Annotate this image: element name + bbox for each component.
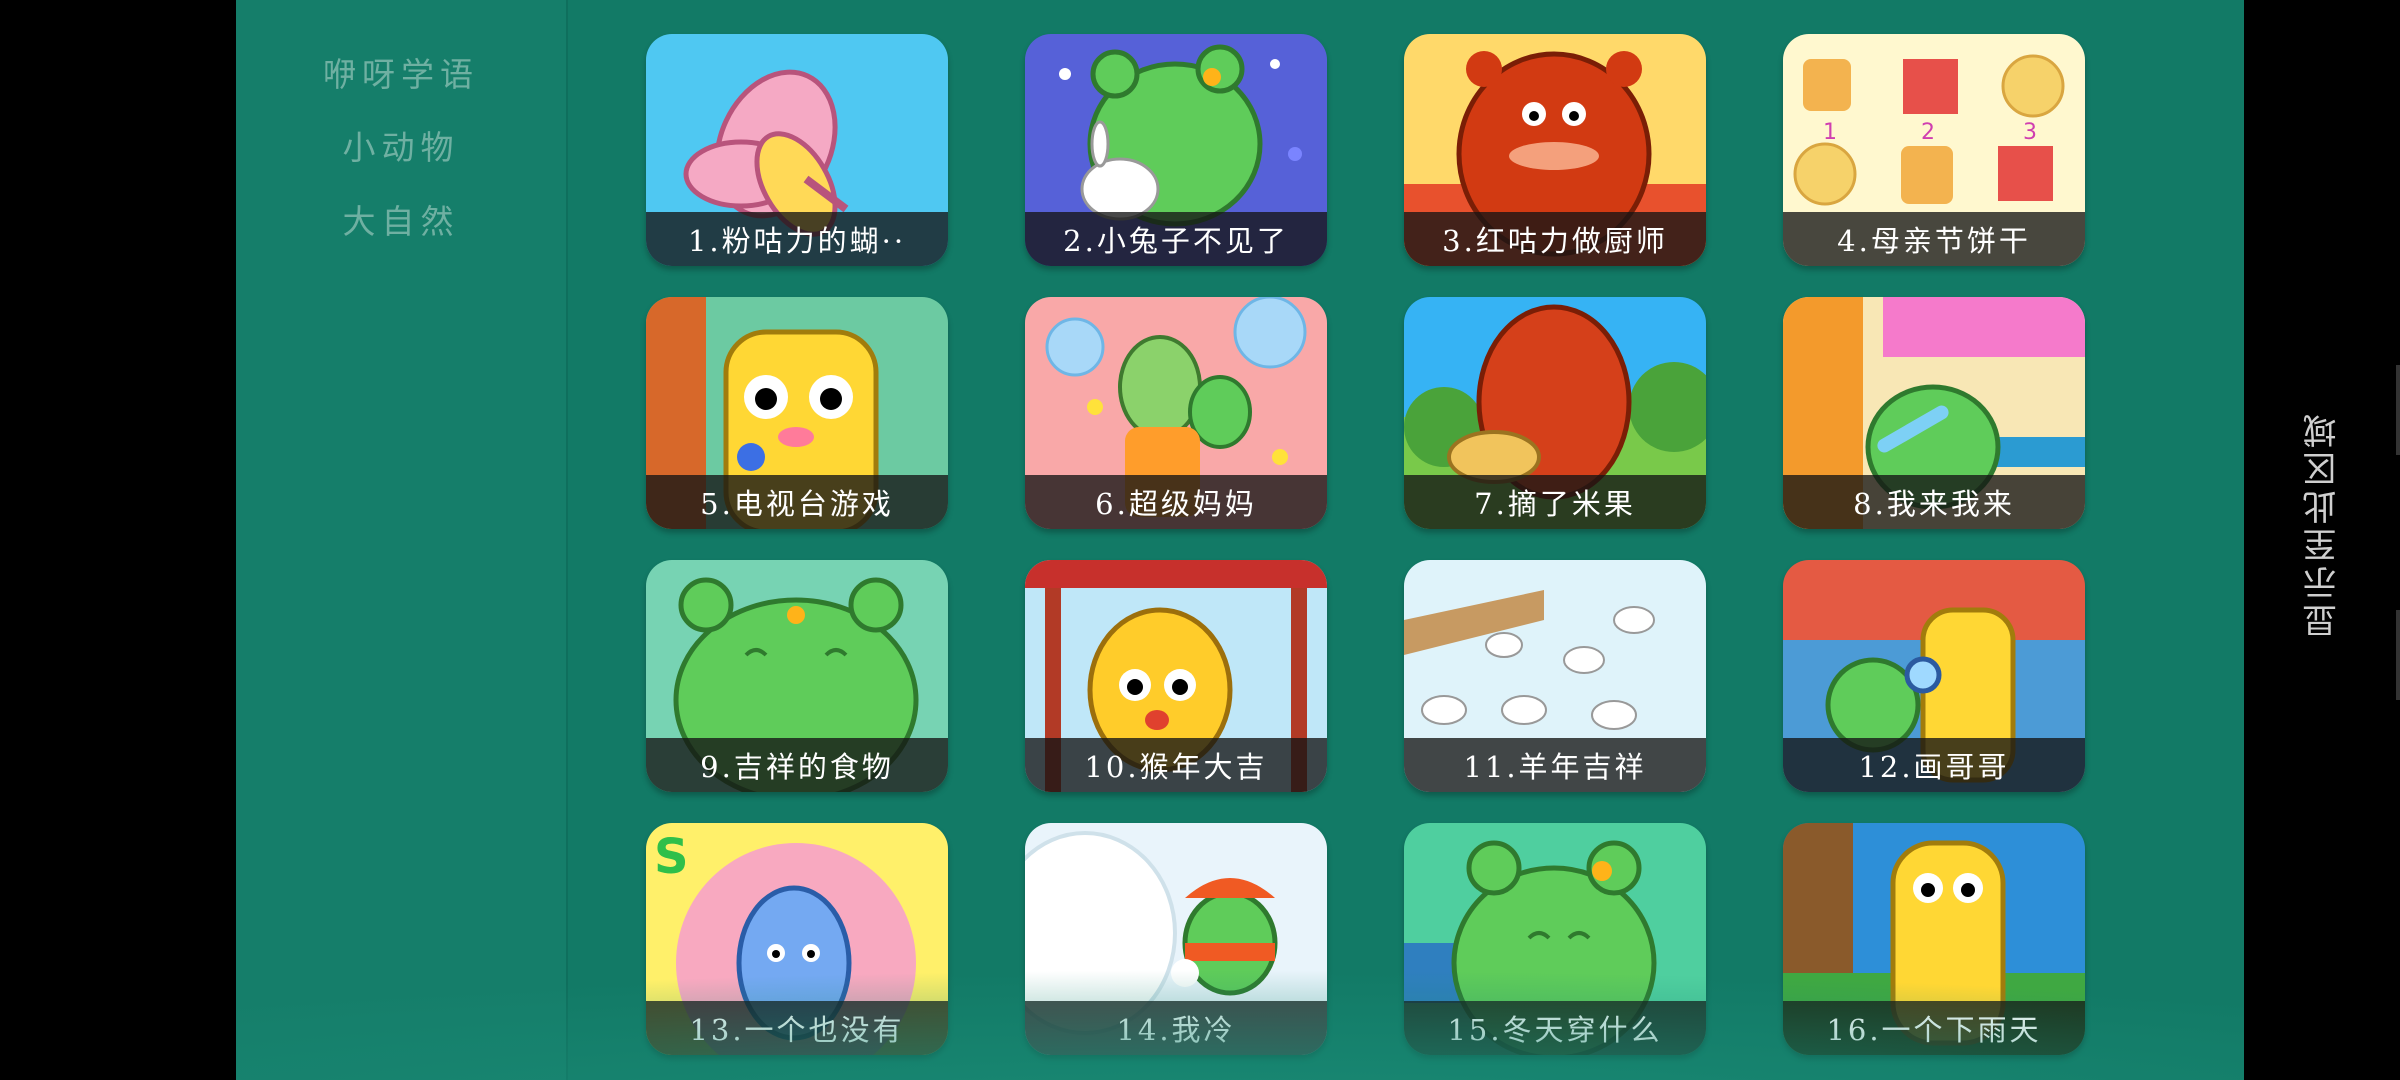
episode-title: 8.我来我来: [1783, 475, 2085, 529]
category-item-babble[interactable]: 咿呀学语: [236, 48, 566, 96]
episode-card[interactable]: 3.红咕力做厨师: [1404, 34, 1706, 266]
category-item-nature[interactable]: 大自然: [236, 195, 566, 243]
episode-card[interactable]: 6.超级妈妈: [1025, 297, 1327, 529]
episode-card[interactable]: 14.我冷: [1025, 823, 1327, 1055]
svg-text:3: 3: [2023, 120, 2037, 145]
episode-card[interactable]: 7.摘了米果: [1404, 297, 1706, 529]
episode-card[interactable]: 2.小兔子不见了: [1025, 34, 1327, 266]
episode-title: 11.羊年吉祥: [1404, 738, 1706, 792]
episode-card[interactable]: 11.羊年吉祥: [1404, 560, 1706, 792]
episode-card[interactable]: 1 2 3 4.母亲节饼干: [1783, 34, 2085, 266]
episode-card[interactable]: 15.冬天穿什么: [1404, 823, 1706, 1055]
edge-handle[interactable]: [2396, 365, 2400, 455]
episode-title: 7.摘了米果: [1404, 475, 1706, 529]
episode-card[interactable]: S 13.一个也没有: [646, 823, 948, 1055]
episode-title: 3.红咕力做厨师: [1404, 212, 1706, 266]
edge-handle[interactable]: [2396, 610, 2400, 700]
episode-title: 13.一个也没有: [646, 1001, 948, 1055]
category-item-animals[interactable]: 小动物: [236, 121, 566, 169]
episode-card[interactable]: 1.粉咕力的蝴··: [646, 34, 948, 266]
episode-title: 12.画哥哥: [1783, 738, 2085, 792]
app-window: 咿呀学语 小动物 大自然 1.粉咕力的蝴·· 2.小兔子不见了 3.红咕力做厨师…: [236, 0, 2244, 1080]
episode-title: 16.一个下雨天: [1783, 1001, 2085, 1055]
episode-title: 2.小兔子不见了: [1025, 212, 1327, 266]
category-sidebar: 咿呀学语 小动物 大自然: [236, 0, 568, 1080]
episode-title: 10.猴年大吉: [1025, 738, 1327, 792]
episode-title: 4.母亲节饼干: [1783, 212, 2085, 266]
episode-title: 15.冬天穿什么: [1404, 1001, 1706, 1055]
episode-card[interactable]: 16.一个下雨天: [1783, 823, 2085, 1055]
episode-title: 6.超级妈妈: [1025, 475, 1327, 529]
episode-card[interactable]: 5.电视台游戏: [646, 297, 948, 529]
episode-card[interactable]: 9.吉祥的食物: [646, 560, 948, 792]
svg-text:2: 2: [1921, 120, 1935, 145]
svg-text:1: 1: [1823, 120, 1837, 145]
episode-card[interactable]: 12.画哥哥: [1783, 560, 2085, 792]
episode-card[interactable]: 8.我来我来: [1783, 297, 2085, 529]
svg-text:S: S: [654, 829, 689, 885]
episode-title: 14.我冷: [1025, 1001, 1327, 1055]
episode-title: 5.电视台游戏: [646, 475, 948, 529]
display-area-label: 显示至此区域: [2303, 410, 2343, 638]
episode-title: 1.粉咕力的蝴··: [646, 212, 948, 266]
episode-card[interactable]: 10.猴年大吉: [1025, 560, 1327, 792]
episode-title: 9.吉祥的食物: [646, 738, 948, 792]
